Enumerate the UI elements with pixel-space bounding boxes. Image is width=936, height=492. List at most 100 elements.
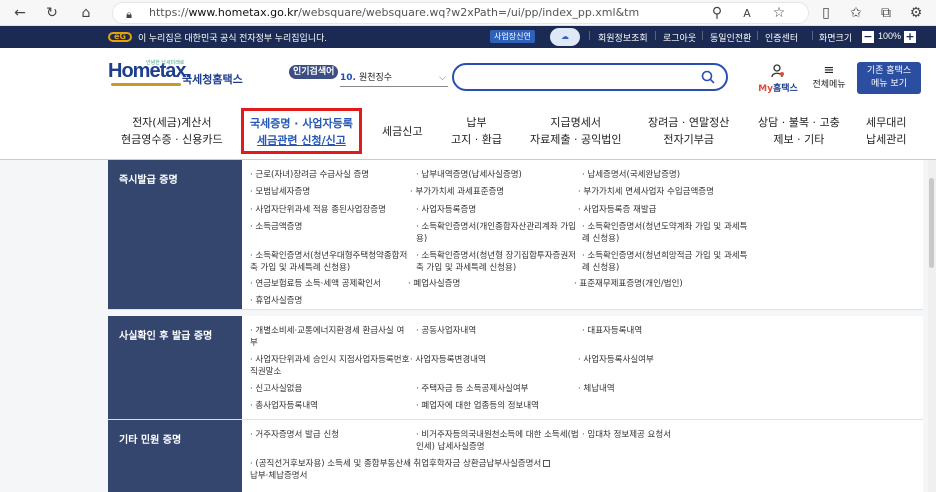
extensions-icon[interactable]: ⚙ — [906, 3, 926, 23]
logo-tagline: 안녕한 납세미래로 — [146, 60, 185, 66]
legacy-menu-button[interactable]: 기존 홈택스 메뉴 보기 — [857, 62, 921, 94]
nav-line: 납세관리 — [866, 133, 907, 146]
menu-link[interactable]: · 휴업사실증명 — [250, 295, 410, 307]
address-bar[interactable]: 🔒︎ https://www.hometax.go.kr/websquare/w… — [112, 2, 809, 24]
popular-keyword-select[interactable]: 10. 원천징수 ⌵ — [340, 69, 448, 87]
menu-link[interactable]: · 모범납세자증명 — [250, 186, 410, 198]
nav-tax-filing[interactable]: 세금신고 — [382, 123, 422, 140]
menu-link[interactable]: · 연금보험료등 소득·세액 공제확인서 — [250, 278, 410, 290]
back-arrow-icon[interactable]: ← — [10, 3, 30, 23]
menu-link[interactable]: · 소득확인증명서(청년도약계좌 가입 및 과세특례 신청용) — [582, 221, 752, 245]
link-member-info[interactable]: 회원정보조회 — [598, 31, 648, 44]
menu-link[interactable]: · (공직선거후보자용) 소득세 및 종합부동산세 납부·체납증명서 — [250, 458, 416, 482]
divider: | — [588, 31, 592, 41]
section-title: 즉시발급 증명 — [108, 160, 242, 309]
menu-link[interactable]: · 임대차 정보제공 요청서 — [582, 429, 752, 441]
scrollbar-thumb[interactable] — [929, 178, 934, 268]
menu-link[interactable]: · 대표자등록내역 — [582, 325, 752, 337]
menu-link-text: · 취업후학자금 상환금납부사실증명서 — [408, 459, 542, 469]
menu-link[interactable]: · 부가가치세 면세사업자 수입금액증명 — [578, 186, 768, 198]
logo-subtitle[interactable]: 국세청홈택스 — [182, 71, 243, 87]
menu-link[interactable]: · 총사업자등록내역 — [250, 400, 410, 412]
menu-link[interactable]: · 소득확인증명서(청년우대형주택청약종합저축 가입 및 과세특례 신청용) — [250, 250, 410, 274]
refresh-icon[interactable]: ↻ — [42, 3, 62, 23]
zoom-icon[interactable]: ⚲ — [707, 3, 727, 23]
menu-link[interactable]: · 거주자증명서 발급 신청 — [250, 429, 410, 441]
nav-line: 장려금 · 연말정산 — [648, 116, 730, 129]
nav-payment-statement[interactable]: 지급명세서 자료제출 · 공익법인 — [530, 114, 621, 148]
split-screen-icon[interactable]: ▯ — [816, 3, 836, 23]
cloud-badge-icon[interactable]: ☁ — [550, 28, 580, 46]
popular-rank: 10. — [340, 73, 356, 83]
top-notice-bar: eG 이 누리집은 대한민국 공식 전자정부 누리집입니다. 사업장신연 ☁ |… — [0, 26, 936, 48]
divider: | — [701, 31, 705, 41]
menu-link[interactable]: · 폐업자에 대한 업종등의 정보내역 — [416, 400, 586, 412]
hamburger-icon: ≡ — [823, 63, 835, 78]
menu-link[interactable]: · 사업자등록증 재발급 — [578, 204, 748, 216]
menu-link[interactable]: · 소득확인증명서(개인종합자산관리계좌 가입용) — [416, 221, 576, 245]
menu-link[interactable]: · 표준재무제표증명(개인/법인) — [574, 278, 754, 290]
collections-icon[interactable]: ⧉ — [876, 3, 896, 23]
divider: | — [811, 31, 815, 41]
zoom-in-button[interactable]: + — [904, 31, 916, 43]
menu-link[interactable]: · 공동사업자내역 — [416, 325, 576, 337]
screen-size-label: 화면크기 — [819, 33, 853, 43]
browser-toolbar: ← ↻ ⌂ 🔒︎ https://www.hometax.go.kr/websq… — [0, 0, 936, 26]
nav-tax-certificate[interactable]: 국세증명 · 사업자등록 세금관련 신청/신고 — [241, 108, 362, 154]
my-suffix: 홈택스 — [772, 84, 798, 94]
lock-icon[interactable]: 🔒︎ — [119, 4, 139, 24]
favorites-icon[interactable]: ✩ — [846, 3, 866, 23]
read-aloud-icon[interactable]: A — [737, 3, 757, 23]
popular-keyword-badge: 인기검색어 — [289, 65, 339, 79]
all-menu-button[interactable]: ≡ 전체메뉴 — [806, 64, 852, 90]
menu-link[interactable]: · 개별소비세·교통에너지환경세 환급사실 여부 — [250, 325, 410, 349]
nav-line: 고지 · 환급 — [451, 133, 502, 146]
nav-payment[interactable]: 납부 고지 · 환급 — [451, 114, 502, 148]
nav-line: 세무대리 — [866, 116, 907, 129]
menu-link[interactable]: · 납세증명서(국세완납증명) — [582, 169, 752, 181]
divider: | — [756, 31, 760, 41]
nav-line: 지급명세서 — [550, 116, 602, 129]
nav-incentive[interactable]: 장려금 · 연말정산 전자기부금 — [648, 114, 729, 148]
nav-consult[interactable]: 상담 · 불복 · 고충 제보 · 기타 — [758, 114, 840, 148]
section-instant-issue: 즉시발급 증명 · 근로(자녀)장려금 수급사실 증명 · 납부내역증명(납세사… — [108, 160, 923, 310]
external-link-icon — [543, 460, 551, 467]
menu-link[interactable]: · 소득확인증명서(청년희망적금 가입 및 과세특례 신청용) — [582, 250, 752, 274]
menu-link[interactable]: · 사업자등록사실여부 — [578, 354, 748, 366]
link-cert-center[interactable]: 인증센터 — [765, 31, 798, 44]
zoom-value: 100% — [878, 31, 902, 41]
url-text[interactable]: https://www.hometax.go.kr/websquare/webs… — [149, 6, 639, 19]
menu-link[interactable]: · 사업자단위과세 적용 종된사업장증명 — [250, 204, 415, 216]
all-menu-label: 전체메뉴 — [812, 80, 846, 90]
favorite-star-icon[interactable]: ☆ — [769, 3, 789, 23]
my-hometax-button[interactable]: My홈택스 — [756, 64, 800, 94]
menu-link[interactable]: · 부가가치세 과세표준증명 — [410, 186, 580, 198]
search-icon[interactable] — [701, 70, 715, 84]
search-input[interactable] — [466, 69, 696, 85]
section-title: 기타 민원 증명 — [108, 420, 242, 492]
menu-link[interactable]: · 폐업사실증명 — [408, 278, 568, 290]
logo-swoosh — [111, 83, 181, 86]
menu-link[interactable]: · 사업자등록증명 — [416, 204, 576, 216]
nav-line: 전자(세금)계산서 — [132, 116, 212, 129]
link-switch-user[interactable]: 동일인전환 — [710, 31, 751, 44]
link-logout[interactable]: 로그아웃 — [663, 31, 696, 44]
menu-link[interactable]: · 소득확인증명서(청년형 장기집합투자증권저축 가입 및 과세특례 신청용) — [416, 250, 576, 274]
menu-link[interactable]: · 취업후학자금 상환금납부사실증명서 — [408, 458, 588, 470]
nav-line: 현금영수증 · 신용카드 — [121, 133, 223, 146]
service-button[interactable]: 사업장신연 — [490, 30, 535, 43]
page-scrollbar[interactable] — [928, 160, 936, 492]
menu-link[interactable]: · 체납내역 — [578, 383, 748, 395]
menu-link[interactable]: · 납부내역증명(납세사실증명) — [416, 169, 576, 181]
nav-tax-agent[interactable]: 세무대리납세관리 — [866, 114, 906, 148]
nav-e-invoice[interactable]: 전자(세금)계산서현금영수증 · 신용카드 — [121, 114, 223, 148]
menu-link[interactable]: · 사업자단위과세 승인시 지점사업자등록번호 직권말소 — [250, 354, 412, 378]
menu-link[interactable]: · 근로(자녀)장려금 수급사실 증명 — [250, 169, 410, 181]
menu-link[interactable]: · 주택자금 등 소득공제사실여부 — [416, 383, 576, 395]
menu-link[interactable]: · 사업자등록변경내역 — [410, 354, 570, 366]
zoom-out-button[interactable]: − — [862, 31, 874, 43]
home-icon[interactable]: ⌂ — [76, 3, 96, 23]
menu-link[interactable]: · 소득금액증명 — [250, 221, 410, 233]
menu-link[interactable]: · 신고사실없음 — [250, 383, 410, 395]
menu-link[interactable]: · 비거주자등의국내원천소득에 대한 소득세(법인세) 납세사실증명 — [416, 429, 580, 453]
